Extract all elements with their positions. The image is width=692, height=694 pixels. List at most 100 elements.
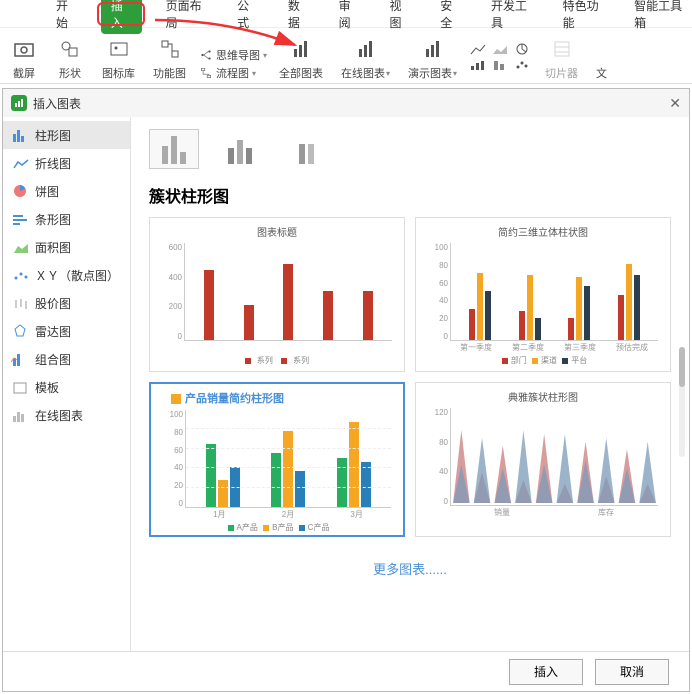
- template-icon: [13, 380, 29, 394]
- line-chart-icon: [13, 156, 29, 170]
- chart-template-card[interactable]: 图表标题 6004002000 系列 系列: [149, 217, 405, 372]
- area-chart-icon: [13, 240, 29, 254]
- cancel-button[interactable]: 取消: [595, 659, 669, 685]
- ribbon-mini-chart-grid[interactable]: [469, 42, 533, 72]
- ribbon-online-charts[interactable]: 在线图表▾: [335, 35, 396, 81]
- mini-chart-icon[interactable]: [469, 42, 487, 56]
- subtype-thumbnails: [149, 129, 671, 169]
- ribbon-label: 形状: [59, 65, 81, 81]
- sidebar-item-column[interactable]: 柱形图: [3, 121, 130, 149]
- chevron-down-icon: ▾: [263, 51, 267, 60]
- section-title: 簇状柱形图: [149, 183, 671, 207]
- sidebar-item-stock[interactable]: 股价图: [3, 289, 130, 317]
- sidebar-item-line[interactable]: 折线图: [3, 149, 130, 177]
- mini-chart-icon[interactable]: [513, 58, 531, 72]
- sidebar-label: 在线图表: [35, 407, 83, 424]
- insert-button[interactable]: 插入: [509, 659, 583, 685]
- column-chart-icon: [13, 128, 29, 142]
- dialog-footer: 插入 取消: [3, 651, 689, 691]
- radar-chart-icon: [13, 324, 29, 338]
- sidebar-label: 折线图: [35, 155, 71, 172]
- ribbon-label: 图标库: [102, 65, 135, 81]
- camera-icon: [10, 35, 38, 63]
- diagram-icon: [156, 35, 184, 63]
- close-button[interactable]: ✕: [669, 95, 681, 112]
- stock-chart-icon: [13, 296, 29, 310]
- chart-template-card[interactable]: 简约三维立体柱状图 100806040200 第一季度第二季度第三季度预估完成 …: [415, 217, 671, 372]
- ribbon: 截屏 形状 图标库 功能图 思维导图▾ 流程图▾ 全部图表 在线图表▾ 演示图表…: [0, 28, 692, 84]
- ribbon-label: 文: [596, 65, 607, 81]
- chart-bar-icon: [287, 35, 315, 63]
- pie-chart-icon: [13, 184, 29, 198]
- online-chart-icon: [13, 408, 29, 422]
- ribbon-label: 在线图表: [341, 65, 385, 81]
- ribbon-mindmap[interactable]: 思维导图▾: [198, 47, 267, 63]
- chevron-down-icon: ▾: [252, 69, 256, 78]
- sidebar-label: 面积图: [35, 239, 71, 256]
- sidebar-item-online[interactable]: 在线图表: [3, 401, 130, 429]
- mini-chart-icon[interactable]: [469, 58, 487, 72]
- ribbon-label: 功能图: [153, 65, 186, 81]
- ribbon-all-charts[interactable]: 全部图表: [273, 35, 329, 81]
- chart-template-card[interactable]: 典雅簇状柱形图 12080400 销量库存: [415, 382, 671, 537]
- mini-chart-icon[interactable]: [513, 42, 531, 56]
- ribbon-text[interactable]: 文: [590, 65, 613, 81]
- menu-bar: 开始 插入 页面布局 公式 数据 审阅 视图 安全 开发工具 特色功能 智能工具…: [0, 0, 692, 28]
- mini-chart-icon[interactable]: [491, 42, 509, 56]
- sidebar-label: 饼图: [35, 183, 59, 200]
- sidebar-item-pie[interactable]: 饼图: [3, 177, 130, 205]
- scrollbar[interactable]: [679, 347, 685, 457]
- card-title: 简约三维立体柱状图: [422, 224, 664, 239]
- sidebar-label: 模板: [35, 379, 59, 396]
- slicer-icon: [548, 35, 576, 63]
- ribbon-label: 演示图表: [408, 65, 452, 81]
- chart-preview-panel: 簇状柱形图 图表标题 6004002000 系列 系列 简约三维立体柱状图: [131, 117, 689, 651]
- card-title: 图表标题: [156, 224, 398, 239]
- card-title: 典雅簇状柱形图: [422, 389, 664, 404]
- sidebar-label: ＸＹ（散点图）: [35, 267, 119, 284]
- more-charts-link[interactable]: 更多图表......: [149, 559, 671, 578]
- combo-chart-icon: [13, 352, 29, 366]
- sidebar-label: 组合图: [35, 351, 71, 368]
- chart-type-sidebar: 柱形图 折线图 饼图 条形图 面积图 ＸＹ（散点图） 股价图 雷达图 组合图 模…: [3, 117, 131, 651]
- scatter-chart-icon: [13, 268, 29, 282]
- dialog-title-text: 插入图表: [33, 95, 81, 112]
- ribbon-label: 流程图: [216, 65, 249, 81]
- card-title: 产品销量简约柱形图: [157, 390, 397, 406]
- chart-template-card-selected[interactable]: 产品销量简约柱形图 100806040200 1月2月3月 A产品 B产品 C产…: [149, 382, 405, 537]
- chart-bar-icon: [352, 35, 380, 63]
- ribbon-label: 全部图表: [279, 65, 323, 81]
- sidebar-label: 股价图: [35, 295, 71, 312]
- ribbon-slicer[interactable]: 切片器: [539, 35, 584, 81]
- sidebar-item-scatter[interactable]: ＸＹ（散点图）: [3, 261, 130, 289]
- sidebar-item-combo[interactable]: 组合图: [3, 345, 130, 373]
- ribbon-screenshot[interactable]: 截屏: [4, 35, 44, 81]
- chevron-down-icon: ▾: [453, 69, 457, 78]
- app-badge-icon: [11, 95, 27, 111]
- subtype-stacked[interactable]: [215, 129, 265, 169]
- ribbon-label: 思维导图: [216, 47, 260, 63]
- sidebar-item-radar[interactable]: 雷达图: [3, 317, 130, 345]
- mini-chart-icon[interactable]: [491, 58, 509, 72]
- ribbon-label: 切片器: [545, 65, 578, 81]
- sidebar-item-bar[interactable]: 条形图: [3, 205, 130, 233]
- subtype-3d[interactable]: [281, 129, 331, 169]
- ribbon-func-diagram[interactable]: 功能图: [147, 35, 192, 81]
- sidebar-item-template[interactable]: 模板: [3, 373, 130, 401]
- chevron-down-icon: ▾: [386, 69, 390, 78]
- ribbon-demo-charts[interactable]: 演示图表▾: [402, 35, 463, 81]
- sidebar-item-area[interactable]: 面积图: [3, 233, 130, 261]
- ribbon-flowchart[interactable]: 流程图▾: [198, 65, 267, 81]
- ribbon-shapes[interactable]: 形状: [50, 35, 90, 81]
- subtype-clustered[interactable]: [149, 129, 199, 169]
- ribbon-gallery[interactable]: 图标库: [96, 35, 141, 81]
- ribbon-label: 截屏: [13, 65, 35, 81]
- bar-chart-icon: [13, 212, 29, 226]
- scrollbar-thumb[interactable]: [679, 347, 685, 387]
- sidebar-label: 条形图: [35, 211, 71, 228]
- chart-bar-icon: [419, 35, 447, 63]
- gallery-icon: [105, 35, 133, 63]
- insert-chart-dialog: 插入图表 ✕ 柱形图 折线图 饼图 条形图 面积图 ＸＹ（散点图） 股价图 雷达…: [2, 88, 690, 692]
- shapes-icon: [56, 35, 84, 63]
- dialog-titlebar: 插入图表 ✕: [3, 89, 689, 117]
